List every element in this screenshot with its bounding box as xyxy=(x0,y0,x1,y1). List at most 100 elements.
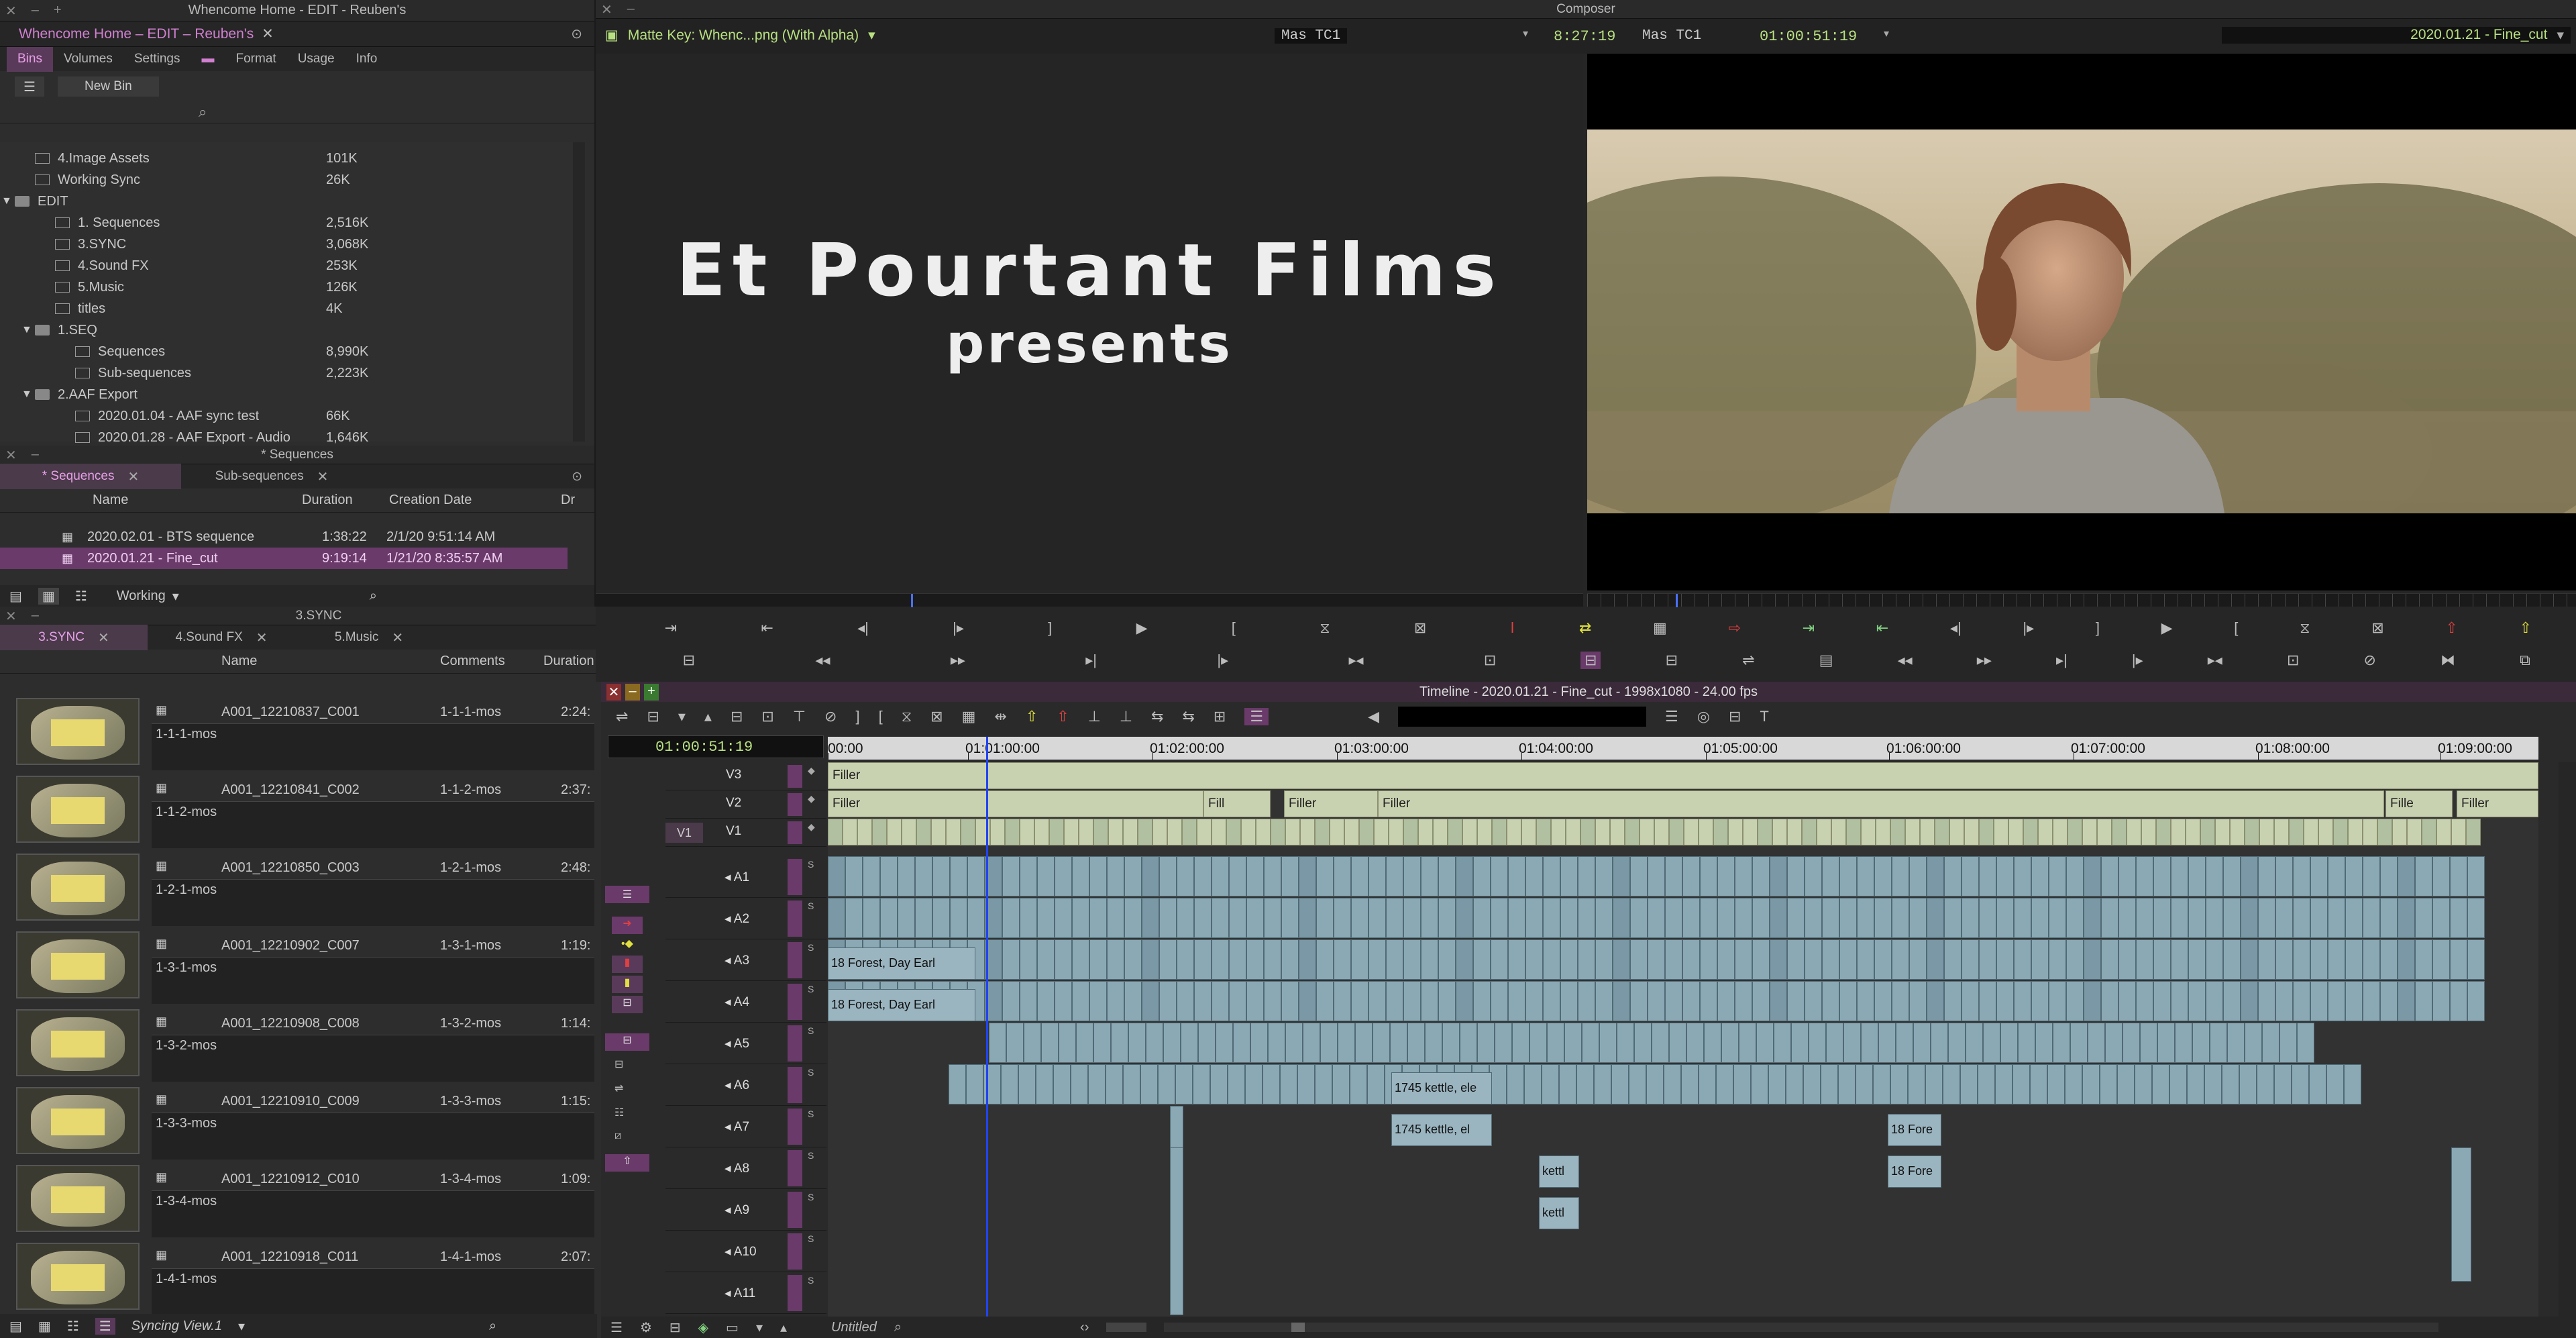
audio-clip[interactable] xyxy=(1299,981,1316,1021)
audio-clip[interactable] xyxy=(1002,981,1020,1021)
speaker-icon[interactable]: ◀ xyxy=(1368,708,1379,725)
audio-clip[interactable] xyxy=(1962,856,1979,896)
audio-clip[interactable] xyxy=(2223,981,2241,1021)
marker-yellow-icon[interactable]: ▮ xyxy=(612,976,643,993)
clip-segment[interactable] xyxy=(1330,819,1344,845)
track-header-a10[interactable]: ◂ A10 S xyxy=(665,1231,826,1272)
bin-view-select[interactable]: Syncing View.1 xyxy=(131,1319,222,1334)
track-lock-icon[interactable] xyxy=(788,1192,802,1228)
audio-clip[interactable] xyxy=(1264,981,1281,1021)
audio-clip[interactable] xyxy=(1582,1023,1599,1063)
audio-clip[interactable] xyxy=(1250,1023,1268,1063)
audio-clip[interactable] xyxy=(1316,898,1334,938)
clip-segment[interactable] xyxy=(857,819,872,845)
audio-clip[interactable] xyxy=(1128,1023,1146,1063)
clip-segment[interactable] xyxy=(1315,819,1330,845)
close-icon[interactable]: ✕ xyxy=(262,25,274,42)
audio-clip[interactable] xyxy=(1996,898,2014,938)
audio-clip[interactable] xyxy=(1421,939,1438,980)
audio-clip[interactable] xyxy=(1809,1023,1826,1063)
audio-clip[interactable] xyxy=(2118,939,2136,980)
track-lock-icon[interactable] xyxy=(788,942,802,978)
audio-clip[interactable] xyxy=(1547,1023,1564,1063)
timeline-timecode[interactable]: 01:00:51:19 xyxy=(655,739,753,756)
audio-clip[interactable] xyxy=(2258,856,2275,896)
audio-clip[interactable] xyxy=(1648,856,1665,896)
audio-clip[interactable] xyxy=(1089,981,1107,1021)
marker-icon[interactable]: ▮ xyxy=(612,956,643,973)
audio-clip[interactable] xyxy=(2450,981,2467,1021)
audio-clip[interactable] xyxy=(1525,981,1543,1021)
track-header-a2[interactable]: ◂ A2 S xyxy=(665,898,826,939)
audio-clip[interactable] xyxy=(1107,939,1124,980)
clip-segment[interactable] xyxy=(1787,819,1802,845)
playhead[interactable] xyxy=(986,737,988,1319)
audio-clip[interactable] xyxy=(966,1064,983,1104)
audio-clip[interactable] xyxy=(845,856,863,896)
audio-clip[interactable] xyxy=(1944,981,1962,1021)
audio-clip[interactable] xyxy=(2105,1023,2123,1063)
audio-clip[interactable] xyxy=(1682,981,1700,1021)
audio-clip[interactable] xyxy=(863,898,880,938)
audio-clip[interactable] xyxy=(2157,1023,2175,1063)
clip-segment[interactable] xyxy=(2363,819,2377,845)
clip-segment[interactable] xyxy=(1389,819,1403,845)
clip-segment[interactable] xyxy=(1212,819,1226,845)
clip-segment[interactable] xyxy=(946,819,961,845)
audio-clip[interactable] xyxy=(1229,939,1246,980)
clip-segment[interactable] xyxy=(2097,819,2112,845)
audio-clip[interactable] xyxy=(1159,939,1177,980)
audio-clip-labeled[interactable]: 1745 kettle, ele xyxy=(1391,1072,1492,1104)
close-icon[interactable]: ✕ xyxy=(5,447,17,464)
audio-clip[interactable] xyxy=(1613,898,1630,938)
audio-clip[interactable] xyxy=(1018,1064,1036,1104)
audio-clip[interactable] xyxy=(1652,1023,1669,1063)
tab-usage[interactable]: Usage xyxy=(287,46,345,72)
audio-clip[interactable] xyxy=(1111,1023,1128,1063)
audio-clip[interactable] xyxy=(1892,898,1909,938)
jog-forward-icon[interactable]: ▸▸ xyxy=(951,652,965,669)
clip-segment[interactable] xyxy=(1743,819,1758,845)
list-view-icon[interactable]: ▤ xyxy=(9,588,22,605)
audio-clip[interactable] xyxy=(1857,898,1874,938)
clip-segment[interactable] xyxy=(1433,819,1448,845)
audio-clip[interactable] xyxy=(1925,1064,1943,1104)
audio-clip[interactable] xyxy=(1962,898,1979,938)
audio-clip[interactable] xyxy=(1334,939,1351,980)
track-header-a3[interactable]: ◂ A3 S xyxy=(665,939,826,981)
clip-segment[interactable] xyxy=(2318,819,2333,845)
audio-clip[interactable] xyxy=(1491,939,1508,980)
audio-clip[interactable] xyxy=(1716,1064,1733,1104)
audio-clip[interactable] xyxy=(1559,1064,1576,1104)
frame-icon[interactable]: ▤ xyxy=(1819,652,1833,669)
audio-clip[interactable] xyxy=(1299,939,1316,980)
menu-icon[interactable]: ☰ xyxy=(1665,708,1678,725)
track-lock-icon[interactable] xyxy=(788,1275,802,1311)
audio-clip[interactable] xyxy=(1525,898,1543,938)
list-item[interactable]: 2020.01.04 - AAF sync test 66K xyxy=(0,405,564,427)
audio-clip[interactable] xyxy=(1263,1064,1280,1104)
audio-clip[interactable] xyxy=(2206,898,2223,938)
down-arrow-icon[interactable]: ▾ xyxy=(678,708,686,725)
track-label[interactable]: ◂ A11 xyxy=(724,1286,755,1301)
audio-clip[interactable] xyxy=(1752,856,1770,896)
track-label[interactable]: ◂ A8 xyxy=(724,1161,749,1176)
audio-clip[interactable] xyxy=(1508,898,1525,938)
audio-clip[interactable] xyxy=(2328,856,2345,896)
tool-4-icon[interactable]: ⧄ xyxy=(614,1130,621,1142)
audio-clip[interactable] xyxy=(1246,856,1264,896)
audio-clip[interactable] xyxy=(1752,939,1770,980)
audio-clip[interactable] xyxy=(1338,1023,1355,1063)
filler-segment[interactable]: Filler xyxy=(828,790,1203,817)
minimize-icon[interactable]: – xyxy=(32,3,39,19)
audio-clip[interactable] xyxy=(1787,856,1805,896)
audio-clip[interactable] xyxy=(1739,1023,1756,1063)
audio-clip[interactable] xyxy=(1367,1064,1385,1104)
audio-clip[interactable] xyxy=(2293,898,2310,938)
audio-clip[interactable] xyxy=(1246,939,1264,980)
audio-clip[interactable] xyxy=(949,1064,966,1104)
audio-clip[interactable] xyxy=(2326,1064,2344,1104)
audio-clip[interactable] xyxy=(2258,939,2275,980)
col-duration[interactable]: Duration xyxy=(543,654,594,669)
audio-clip[interactable] xyxy=(1020,981,1037,1021)
